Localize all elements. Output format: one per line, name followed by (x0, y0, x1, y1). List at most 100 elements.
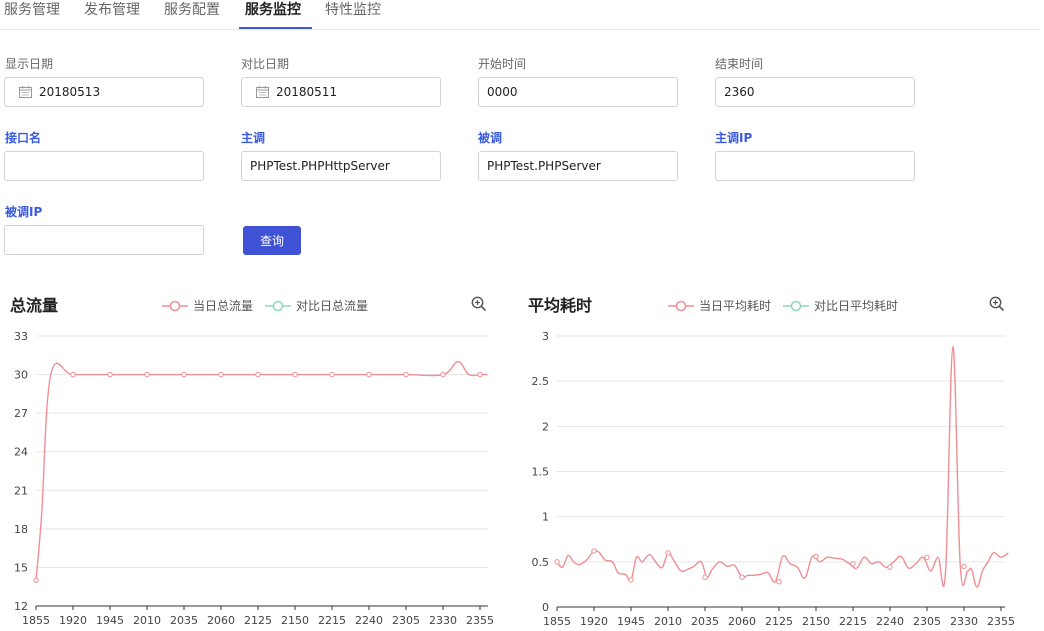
series-point (924, 554, 930, 561)
caller-input[interactable]: PHPTest.PHPHttpServer (241, 151, 441, 181)
y-tick-label: 2.5 (532, 375, 550, 388)
tab-release-management[interactable]: 发布管理 (84, 0, 140, 30)
series-point (403, 371, 409, 378)
legend-swatch-compare (783, 300, 810, 311)
calendar-icon (256, 86, 269, 98)
series-point (33, 577, 39, 583)
series-line-today (556, 346, 1009, 588)
zoom-in-icon[interactable] (471, 296, 487, 312)
x-tick-label: 2330 (950, 615, 978, 628)
start-time-label: 开始时间 (478, 57, 527, 71)
callee-ip-label: 被调IP (5, 205, 43, 219)
tab-service-config[interactable]: 服务配置 (164, 0, 220, 30)
end-time-label: 结束时间 (715, 57, 764, 71)
x-tick-label: 2305 (913, 615, 941, 628)
x-tick-label: 2305 (392, 614, 420, 627)
active-tab-indicator (239, 27, 312, 29)
callee-ip-input[interactable] (4, 225, 204, 255)
legend-item-compare[interactable]: 对比日平均耗时 (783, 297, 898, 314)
chart-legend-total-traffic: 当日总流量 对比日总流量 (162, 297, 380, 314)
series-point (70, 371, 76, 378)
series-line-today (35, 361, 488, 581)
x-tick-label: 2060 (728, 615, 756, 628)
series-point (961, 563, 967, 570)
end-time-value: 2360 (724, 85, 755, 99)
series-point (181, 371, 187, 378)
y-tick-label: 0 (542, 601, 549, 614)
y-tick-label: 30 (14, 369, 28, 382)
series-point (218, 371, 224, 378)
y-tick-label: 3 (542, 330, 549, 343)
x-tick-label: 2330 (429, 614, 457, 627)
x-tick-label: 2215 (318, 614, 346, 627)
compare-date-input[interactable]: 20180511 (241, 77, 441, 107)
start-time-input[interactable]: 0000 (478, 77, 678, 107)
series-point (366, 371, 372, 378)
callee-value: PHPTest.PHPServer (487, 159, 601, 173)
start-time-value: 0000 (487, 85, 518, 99)
x-tick-label: 2060 (207, 614, 235, 627)
legend-label-today: 当日总流量 (193, 299, 254, 313)
legend-item-today[interactable]: 当日总流量 (162, 297, 253, 314)
x-tick-label: 2240 (876, 615, 904, 628)
x-tick-label: 2125 (244, 614, 272, 627)
x-tick-label: 1945 (96, 614, 124, 627)
x-tick-label: 2125 (765, 615, 793, 628)
x-tick-label: 2010 (133, 614, 161, 627)
end-time-input[interactable]: 2360 (715, 77, 915, 107)
x-tick-label: 1855 (543, 615, 571, 628)
series-point (628, 577, 634, 583)
tab-service-management[interactable]: 服务管理 (4, 0, 60, 30)
series-point (591, 548, 597, 554)
callee-input[interactable]: PHPTest.PHPServer (478, 151, 678, 181)
interface-name-label: 接口名 (5, 131, 42, 145)
y-tick-label: 15 (14, 561, 28, 574)
y-tick-label: 33 (14, 330, 28, 343)
x-tick-label: 2355 (987, 615, 1015, 628)
chart-title-avg-latency: 平均耗时 (528, 296, 593, 315)
y-tick-label: 24 (14, 446, 28, 459)
y-tick-label: 12 (14, 600, 28, 613)
series-point (440, 371, 446, 378)
caller-value: PHPTest.PHPHttpServer (250, 159, 390, 173)
series-point (107, 371, 113, 378)
y-tick-label: 18 (14, 523, 28, 536)
x-tick-label: 1945 (617, 615, 645, 628)
show-date-label: 显示日期 (5, 57, 54, 71)
x-tick-label: 1855 (22, 614, 50, 627)
caller-ip-input[interactable] (715, 151, 915, 181)
x-tick-label: 2150 (802, 615, 830, 628)
legend-item-today[interactable]: 当日平均耗时 (668, 297, 771, 314)
series-point (144, 371, 150, 378)
x-tick-label: 1920 (580, 615, 608, 628)
series-point (813, 553, 819, 560)
interface-name-input[interactable] (4, 151, 204, 181)
series-point (255, 371, 261, 378)
compare-date-value: 20180511 (276, 85, 338, 99)
x-tick-label: 2215 (839, 615, 867, 628)
series-point (702, 574, 708, 580)
show-date-input[interactable]: 20180513 (4, 77, 204, 107)
query-button[interactable]: 查询 (243, 226, 301, 255)
series-point (850, 560, 856, 567)
y-tick-label: 21 (14, 484, 28, 497)
avg-latency-chart: 0 0.5 1 1.5 2 2.5 3 1855 1920 1945 2010 2035 2060 212… (532, 330, 1016, 628)
y-tick-label: 1 (542, 511, 549, 524)
x-tick-label: 2355 (466, 614, 494, 627)
series-point (329, 371, 335, 378)
legend-item-compare[interactable]: 对比日总流量 (265, 297, 368, 314)
legend-swatch-today (668, 300, 694, 311)
zoom-in-icon[interactable] (989, 296, 1005, 312)
series-point (887, 564, 893, 570)
y-tick-label: 1.5 (532, 466, 550, 479)
x-tick-label: 2150 (281, 614, 309, 627)
caller-ip-label: 主调IP (715, 131, 753, 145)
series-point (776, 579, 782, 585)
tab-feature-monitor[interactable]: 特性监控 (325, 0, 381, 30)
x-tick-label: 2035 (170, 614, 198, 627)
show-date-value: 20180513 (39, 85, 101, 99)
nav-tabs: 服务管理 发布管理 服务配置 服务监控 特性监控 (0, 0, 1040, 30)
tab-service-monitor[interactable]: 服务监控 (245, 0, 301, 30)
legend-label-compare: 对比日总流量 (296, 299, 369, 313)
x-tick-label: 2010 (654, 615, 682, 628)
